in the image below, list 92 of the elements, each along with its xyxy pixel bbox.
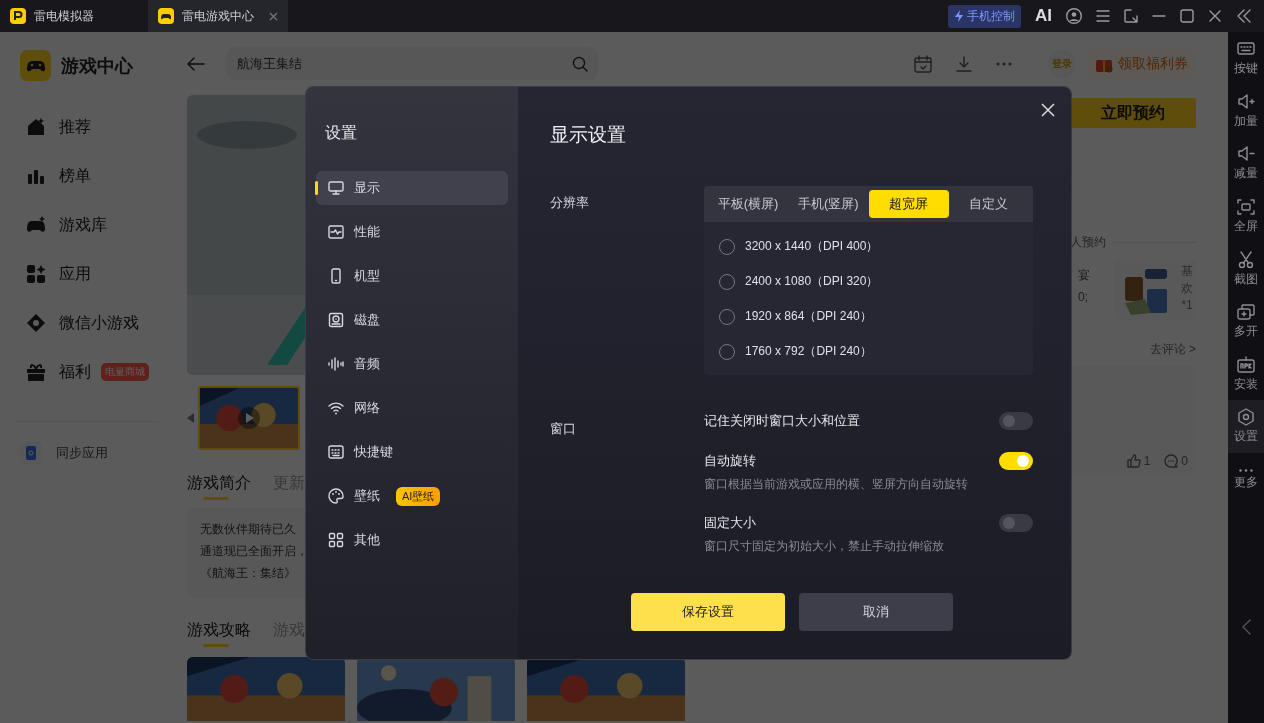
toolbar-button[interactable]: 加量: [1228, 84, 1264, 138]
option-label: 3200 x 1440（DPI 400）: [745, 238, 879, 255]
resolution-tab[interactable]: 自定义: [948, 190, 1029, 218]
option-label: 1920 x 864（DPI 240）: [745, 308, 872, 325]
toolbar-button[interactable]: 多开: [1228, 294, 1264, 348]
settings-nav-item[interactable]: 性能: [316, 215, 508, 249]
palette-icon: [328, 488, 344, 504]
home-icon: [26, 117, 46, 137]
performance-icon: [328, 224, 344, 240]
tab[interactable]: 雷电模拟器: [0, 0, 140, 32]
maximize-icon[interactable]: [1180, 9, 1194, 23]
setting-description: 窗口尺寸固定为初始大小，禁止手动拉伸缩放: [704, 539, 945, 554]
ai-button[interactable]: AI: [1035, 6, 1052, 26]
volume-down-icon: [1237, 145, 1255, 164]
settings-nav-item[interactable]: 网络: [316, 391, 508, 425]
toolbar-button[interactable]: 按键: [1228, 32, 1264, 85]
save-button[interactable]: 保存设置: [630, 593, 785, 631]
download-icon[interactable]: [956, 55, 972, 72]
diamond-icon: [26, 313, 46, 333]
settings-icon: [1237, 408, 1255, 427]
caret-left-icon[interactable]: [187, 413, 194, 423]
tab[interactable]: 雷电游戏中心: [148, 0, 288, 32]
toggle-switch[interactable]: [999, 514, 1033, 532]
audio-icon: [328, 356, 344, 372]
fullscreen-icon: [1237, 198, 1255, 217]
toolbar-button[interactable]: 减量: [1228, 137, 1264, 190]
settings-nav-item[interactable]: 音频: [316, 347, 508, 381]
gamepad-icon: [26, 215, 46, 235]
settings-nav-item[interactable]: 机型: [316, 259, 508, 293]
toolbar-button[interactable]: 更多: [1228, 452, 1264, 506]
dialog-title: 设置: [324, 123, 358, 143]
toggle-switch[interactable]: [999, 412, 1033, 430]
resolution-tab[interactable]: 手机(竖屏): [788, 190, 869, 218]
setting-label: 窗口: [550, 420, 577, 438]
lightning-icon: [954, 10, 964, 22]
sync-icon: [20, 442, 42, 464]
phone-control-button[interactable]: 手机控制: [948, 4, 1021, 28]
gift-icon: [26, 362, 46, 382]
keyboard-icon: [328, 444, 344, 460]
back-icon[interactable]: [1241, 619, 1251, 635]
back-arrow-icon[interactable]: [187, 56, 205, 71]
close-icon[interactable]: [1208, 9, 1222, 23]
intro-text: 通道现已全面开启，: [200, 544, 308, 559]
settings-nav-item[interactable]: 磁盘: [316, 303, 508, 337]
intro-text: 无数伙伴期待已久: [200, 522, 296, 537]
monitor-icon: [328, 180, 344, 196]
multi-window-icon: [1237, 303, 1255, 322]
settings-nav-item[interactable]: 显示: [316, 171, 508, 205]
collapse-icon[interactable]: [1236, 9, 1252, 23]
gamepad-icon: [158, 8, 174, 24]
more-icon[interactable]: [996, 61, 1012, 66]
setting-description: 窗口根据当前游戏或应用的横、竖屏方向自动旋转: [704, 477, 969, 492]
resolution-tab[interactable]: 平板(横屏): [708, 190, 789, 218]
setting-name: 固定大小: [704, 514, 757, 532]
logo-icon: [20, 50, 51, 81]
card-text: 0;: [1078, 289, 1089, 306]
logo-icon: [10, 8, 26, 24]
user-icon[interactable]: [1066, 8, 1082, 24]
apps-icon: [26, 264, 46, 284]
cancel-button[interactable]: 取消: [798, 593, 953, 631]
grid-icon: [328, 532, 344, 548]
option-label: 2400 x 1080（DPI 320）: [745, 273, 879, 290]
phone-icon: [328, 268, 344, 284]
settings-nav-item[interactable]: 快捷键: [316, 435, 508, 469]
calendar-icon[interactable]: [914, 54, 932, 73]
ai-badge: AI壁纸: [396, 486, 441, 506]
settings-nav-item[interactable]: 其他: [316, 523, 508, 557]
settings-nav-item[interactable]: 壁纸 AI壁纸: [316, 479, 508, 513]
scissors-icon: [1237, 250, 1255, 269]
search-icon: [572, 55, 588, 72]
intro-text: 《航海王：集结》: [200, 566, 296, 581]
apk-icon: [1237, 355, 1255, 374]
setting-label: 分辨率: [550, 194, 590, 212]
toolbar-button[interactable]: 设置: [1228, 400, 1264, 453]
wifi-icon: [328, 400, 344, 416]
more-icon: [1239, 468, 1253, 472]
option-label: 1760 x 792（DPI 240）: [745, 343, 872, 360]
toolbar-button[interactable]: 安装: [1228, 347, 1264, 401]
setting-name: 记住关闭时窗口大小和位置: [704, 412, 861, 430]
popout-icon[interactable]: [1124, 9, 1138, 23]
resolution-tab[interactable]: 超宽屏: [868, 190, 949, 218]
volume-up-icon: [1237, 92, 1255, 111]
comment-icon[interactable]: [1164, 454, 1179, 468]
toolbar-button[interactable]: 全屏: [1228, 189, 1264, 243]
section-heading: 显示设置: [550, 123, 627, 147]
toolbar-button[interactable]: 截图: [1228, 242, 1264, 295]
menu-icon[interactable]: [1096, 10, 1110, 22]
thumbs-up-icon[interactable]: [1126, 454, 1141, 468]
card-text: 宴: [1078, 267, 1091, 284]
brand-title: 游戏中心: [61, 54, 133, 78]
toggle-switch[interactable]: [999, 452, 1033, 470]
setting-name: 自动旋转: [704, 452, 757, 470]
